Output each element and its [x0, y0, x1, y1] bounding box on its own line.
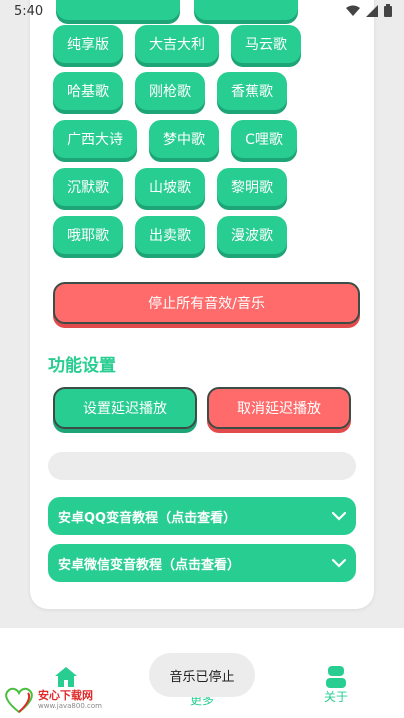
sound-button[interactable]: 哦耶歌	[53, 216, 123, 254]
settings-title: 功能设置	[48, 356, 116, 376]
nav-about-label: 关于	[324, 690, 349, 704]
stop-all-button[interactable]: 停止所有音效/音乐	[53, 282, 360, 324]
heart-logo-icon	[5, 687, 33, 714]
watermark-site: www.java800.com	[38, 702, 102, 710]
user-icon	[326, 666, 346, 688]
chevron-down-icon	[332, 511, 346, 521]
chevron-down-icon	[332, 558, 346, 568]
sound-button[interactable]: 大吉大利	[135, 25, 219, 63]
home-icon	[55, 667, 77, 687]
sound-button[interactable]: 梦中歌	[149, 120, 219, 158]
sound-button[interactable]: 黎明歌	[217, 168, 287, 206]
wifi-icon	[346, 5, 360, 16]
sound-button[interactable]: 漫波歌	[217, 216, 287, 254]
signal-icon	[366, 4, 378, 17]
watermark-brand: 安心下载网	[38, 689, 93, 702]
wechat-tutorial-accordion[interactable]: 安卓微信变音教程（点击查看）	[48, 544, 356, 582]
watermark-logo: 安心下载网 www.java800.com	[4, 686, 102, 714]
nav-home[interactable]	[54, 666, 78, 688]
status-time: 5:40	[14, 4, 44, 19]
sound-button[interactable]: 出卖歌	[135, 216, 205, 254]
toast-message: 音乐已停止	[149, 653, 255, 697]
wechat-tutorial-label: 安卓微信变音教程（点击查看）	[58, 557, 241, 573]
delay-progress-bar	[48, 452, 356, 480]
sound-button[interactable]: 纯享版	[53, 25, 123, 63]
qq-tutorial-label: 安卓QQ变音教程（点击查看）	[58, 510, 237, 526]
sound-button[interactable]: C哩歌	[231, 120, 297, 158]
qq-tutorial-accordion[interactable]: 安卓QQ变音教程（点击查看）	[48, 497, 356, 535]
nav-about[interactable]: 关于	[324, 666, 348, 705]
sound-button[interactable]: 刚枪歌	[135, 72, 205, 110]
cancel-delay-button[interactable]: 取消延迟播放	[207, 387, 351, 429]
set-delay-button[interactable]: 设置延迟播放	[53, 387, 197, 429]
sound-button[interactable]: 马云歌	[231, 25, 301, 63]
status-icons	[346, 4, 392, 17]
sound-button[interactable]: 广西大诗	[53, 120, 137, 158]
sound-button[interactable]: 山坡歌	[135, 168, 205, 206]
status-bar: 5:40	[0, 0, 404, 24]
sound-button[interactable]: 香蕉歌	[217, 72, 287, 110]
battery-icon	[384, 4, 392, 17]
sound-button[interactable]: 哈基歌	[53, 72, 123, 110]
sound-button[interactable]: 沉默歌	[53, 168, 123, 206]
